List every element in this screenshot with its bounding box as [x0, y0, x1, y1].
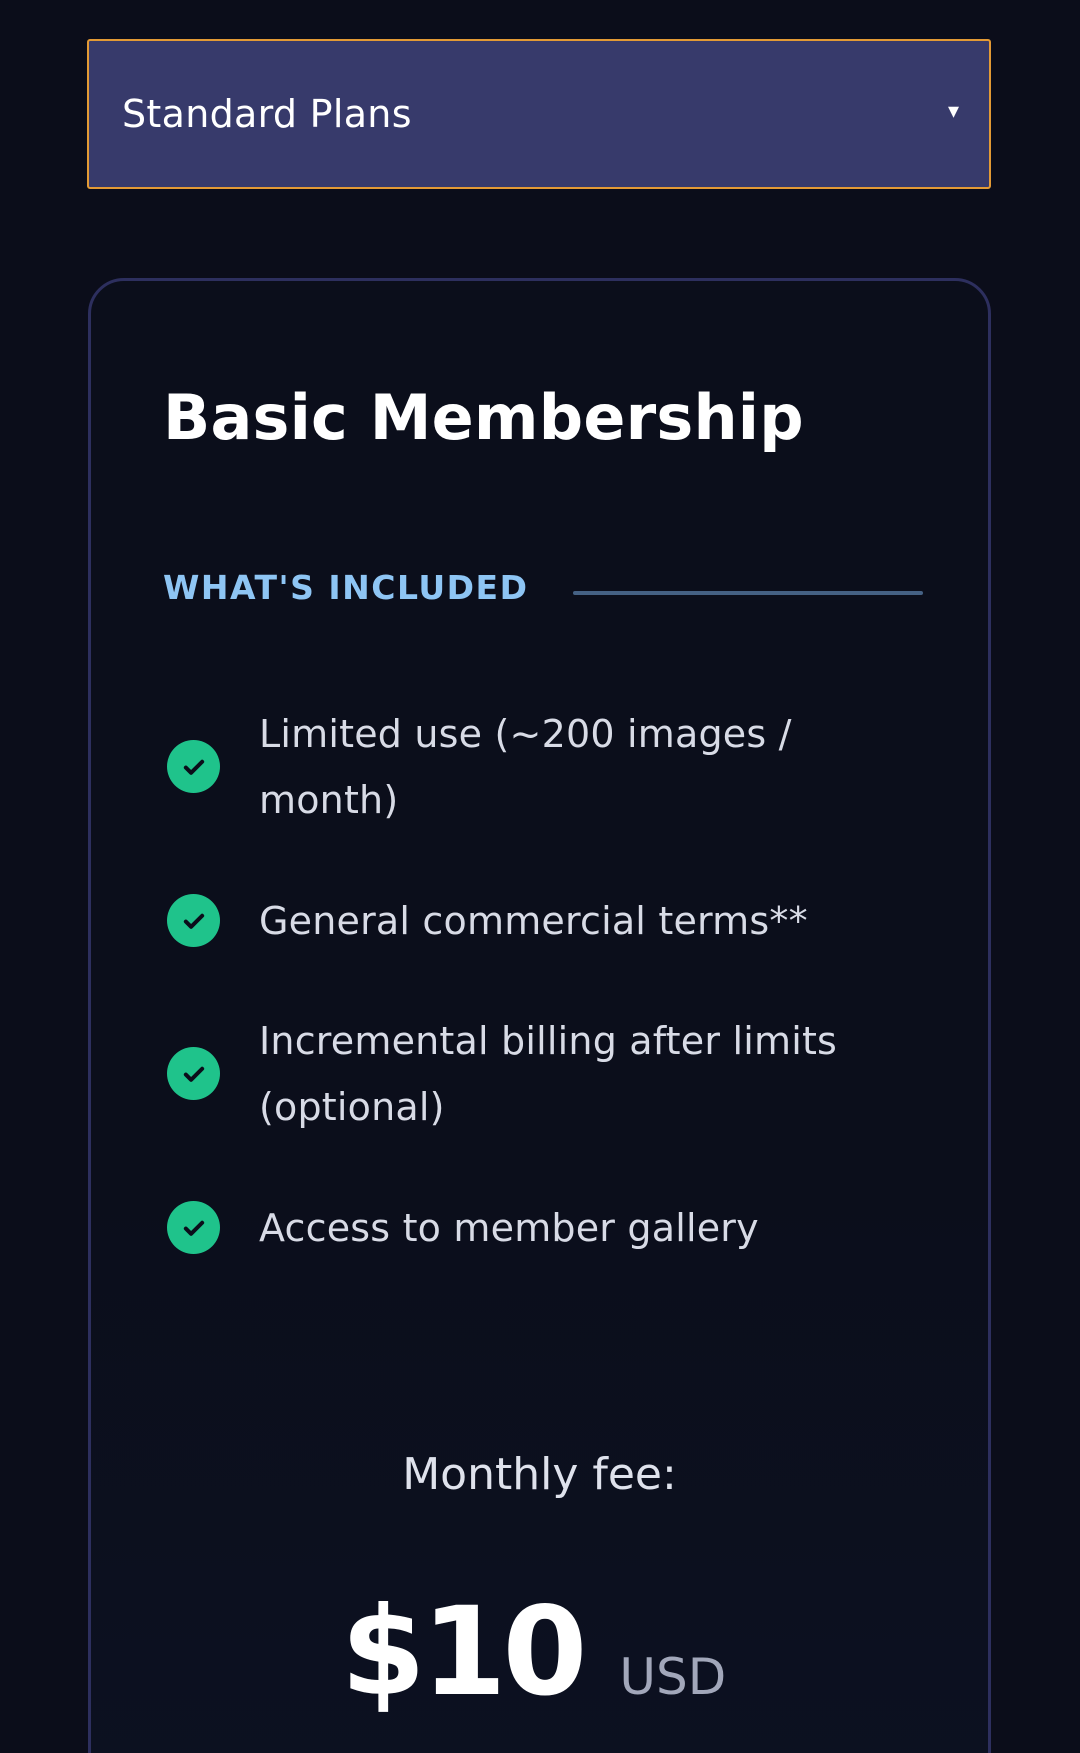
included-heading: WHAT'S INCLUDED [163, 568, 529, 607]
page: Standard Plans ▾ Basic Membership WHAT'S… [0, 0, 1080, 1753]
check-circle-icon [167, 1047, 220, 1100]
monthly-fee-label: Monthly fee: [402, 1449, 677, 1500]
check-circle-icon [167, 740, 220, 793]
feature-item: General commercial terms** [163, 888, 943, 954]
feature-text: Access to member gallery [259, 1206, 759, 1250]
heading-divider [573, 591, 923, 595]
feature-item: Limited use (~200 images / month) [163, 701, 943, 833]
membership-card: Basic Membership WHAT'S INCLUDED Limited… [88, 278, 991, 1753]
price: $10 USD [91, 1581, 988, 1723]
feature-text: Limited use (~200 images / month) [259, 712, 792, 822]
feature-item: Incremental billing after limits (option… [163, 1008, 943, 1140]
feature-text: Incremental billing after limits (option… [259, 1019, 838, 1129]
feature-text: General commercial terms** [259, 899, 808, 943]
caret-down-icon: ▾ [947, 99, 959, 124]
plan-type-select[interactable]: Standard Plans ▾ [87, 39, 991, 189]
plan-title: Basic Membership [163, 381, 804, 454]
price-currency: USD [619, 1648, 727, 1706]
feature-item: Access to member gallery [163, 1195, 943, 1261]
check-circle-icon [167, 1201, 220, 1254]
check-circle-icon [167, 894, 220, 947]
included-section-header: WHAT'S INCLUDED [163, 568, 923, 607]
price-amount: $10 [340, 1581, 588, 1723]
plan-type-select-value: Standard Plans [122, 92, 412, 136]
